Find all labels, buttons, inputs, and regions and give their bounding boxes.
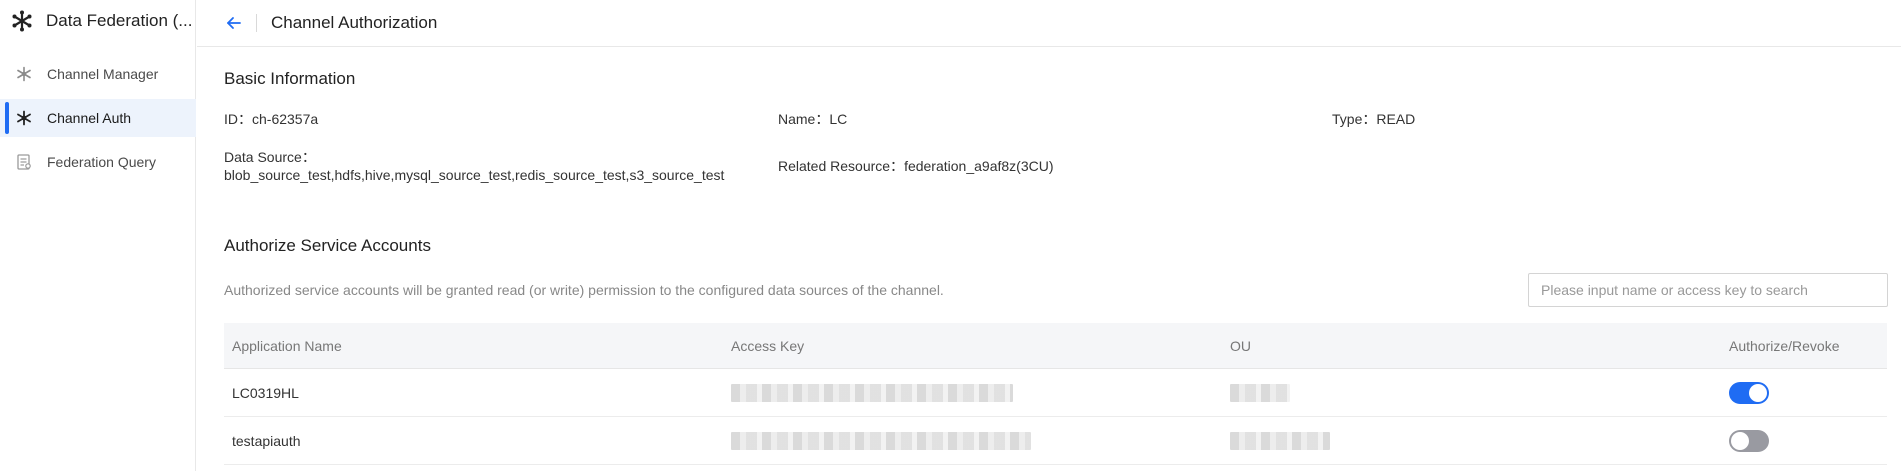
application-name-cell: testapiauth [232, 432, 301, 449]
app-root: Data Federation (... Channel Manager Cha… [0, 0, 1901, 471]
sidebar-item-federation-query[interactable]: Federation Query [0, 143, 196, 181]
authorize-description: Authorized service accounts will be gran… [224, 282, 944, 298]
federation-query-icon [14, 152, 34, 172]
channel-name-field: Name：LC [778, 109, 847, 129]
sidebar-item-label: Channel Manager [47, 66, 159, 82]
service-accounts-table: Application Name Access Key OU Authorize… [224, 323, 1887, 465]
column-header-authorize-revoke: Authorize/Revoke [1729, 337, 1840, 354]
column-header-ou: OU [1230, 337, 1251, 354]
channel-manager-icon [14, 64, 34, 84]
authorize-cell [1721, 429, 1887, 452]
redacted-access-key [731, 383, 1013, 402]
search-input[interactable] [1528, 273, 1888, 307]
authorize-toggle[interactable] [1729, 429, 1769, 452]
sidebar-item-label: Federation Query [47, 154, 156, 170]
redacted-access-key [731, 431, 1031, 450]
column-header-access-key: Access Key [731, 337, 805, 354]
header-divider [256, 14, 257, 32]
sidebar-item-channel-manager[interactable]: Channel Manager [0, 55, 196, 93]
ou-cell [1222, 431, 1721, 450]
sidebar-item-channel-auth[interactable]: Channel Auth [0, 99, 196, 137]
sidebar: Data Federation (... Channel Manager Cha… [0, 0, 196, 471]
authorize-toggle[interactable] [1729, 381, 1769, 404]
ou-cell [1222, 383, 1721, 402]
channel-name-label: Name： [778, 111, 830, 127]
redacted-ou [1230, 431, 1330, 450]
table-header: Application Name Access Key OU Authorize… [224, 323, 1887, 369]
column-header-application-name: Application Name [232, 337, 342, 354]
arrow-left-icon[interactable] [222, 11, 246, 35]
table-row: LC0319HL [224, 369, 1887, 417]
toggle-knob [1749, 383, 1767, 402]
redacted-ou [1230, 383, 1290, 402]
basic-info-title: Basic Information [224, 69, 356, 88]
channel-type-value: READ [1376, 111, 1416, 127]
channel-id-value: ch-62357a [252, 111, 319, 127]
channel-auth-icon [14, 108, 34, 128]
sidebar-header: Data Federation (... [0, 0, 196, 42]
channel-id-field: ID：ch-62357a [224, 109, 318, 129]
related-resource-field: Related Resource：federation_a9af8z(3CU) [778, 156, 1053, 176]
channel-type-field: Type：READ [1332, 109, 1415, 129]
channel-id-label: ID： [224, 111, 252, 127]
authorize-section-title: Authorize Service Accounts [224, 236, 431, 255]
table-row: testapiauth [224, 417, 1887, 465]
access-key-cell [723, 383, 1222, 402]
related-resource-value: federation_a9af8z(3CU) [904, 158, 1054, 174]
toggle-knob [1731, 431, 1749, 450]
channel-name-value: LC [829, 111, 848, 127]
data-source-label: Data Source： [224, 149, 316, 165]
access-key-cell [723, 431, 1222, 450]
sidebar-nav: Channel Manager Channel Auth Federation … [0, 55, 196, 187]
app-title: Data Federation (... [46, 11, 193, 30]
sidebar-item-label: Channel Auth [47, 110, 132, 126]
channel-type-label: Type： [1332, 111, 1377, 127]
data-source-value: blob_source_test,hdfs,hive,mysql_source_… [224, 167, 725, 183]
page-title: Channel Authorization [271, 13, 438, 32]
authorize-cell [1721, 381, 1887, 404]
data-federation-logo-icon [10, 9, 34, 33]
page-header: Channel Authorization [197, 0, 1901, 47]
related-resource-label: Related Resource： [778, 158, 905, 174]
application-name-cell: LC0319HL [232, 384, 299, 401]
